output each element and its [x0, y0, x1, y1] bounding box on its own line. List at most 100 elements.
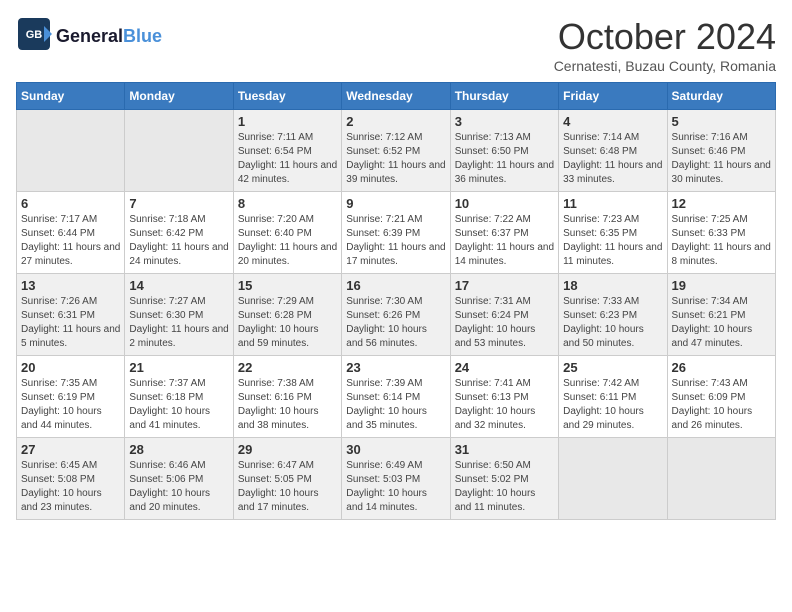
- day-info: Sunrise: 7:11 AM Sunset: 6:54 PM Dayligh…: [238, 131, 337, 187]
- day-info: Sunrise: 7:35 AM Sunset: 6:19 PM Dayligh…: [21, 377, 120, 433]
- day-number: 24: [455, 360, 554, 375]
- weekday-header-sunday: Sunday: [17, 83, 125, 110]
- day-info: Sunrise: 7:27 AM Sunset: 6:30 PM Dayligh…: [129, 295, 228, 351]
- logo-icon: GB: [16, 16, 52, 52]
- day-number: 18: [563, 278, 662, 293]
- calendar-cell: [17, 110, 125, 192]
- calendar-cell: 19Sunrise: 7:34 AM Sunset: 6:21 PM Dayli…: [667, 274, 775, 356]
- day-info: Sunrise: 6:49 AM Sunset: 5:03 PM Dayligh…: [346, 459, 445, 515]
- day-number: 20: [21, 360, 120, 375]
- calendar-cell: 27 Sunrise: 6:45 AM Sunset: 5:08 PM Dayli…: [17, 438, 125, 520]
- calendar-cell: 6 Sunrise: 7:17 AM Sunset: 6:44 PM Daylig…: [17, 192, 125, 274]
- day-info: Sunrise: 7:31 AM Sunset: 6:24 PM Dayligh…: [455, 295, 554, 351]
- calendar-cell: 12 Sunrise: 7:25 AM Sunset: 6:33 PM Dayli…: [667, 192, 775, 274]
- calendar-cell: 28 Sunrise: 6:46 AM Sunset: 5:06 PM Dayli…: [125, 438, 233, 520]
- day-number: 30: [346, 442, 445, 457]
- location-subtitle: Cernatesti, Buzau County, Romania: [554, 58, 776, 74]
- calendar-cell: 11Sunrise: 7:23 AM Sunset: 6:35 PM Dayli…: [559, 192, 667, 274]
- calendar-cell: 5 Sunrise: 7:16 AM Sunset: 6:46 PM Daylig…: [667, 110, 775, 192]
- calendar-cell: [559, 438, 667, 520]
- day-number: 17: [455, 278, 554, 293]
- weekday-header-thursday: Thursday: [450, 83, 558, 110]
- calendar-cell: 22 Sunrise: 7:38 AM Sunset: 6:16 PM Dayli…: [233, 356, 341, 438]
- calendar-cell: 30 Sunrise: 6:49 AM Sunset: 5:03 PM Dayli…: [342, 438, 450, 520]
- logo-text-line1: GeneralBlue: [56, 27, 162, 47]
- day-number: 27: [21, 442, 120, 457]
- weekday-header-wednesday: Wednesday: [342, 83, 450, 110]
- calendar-week-row: 20 Sunrise: 7:35 AM Sunset: 6:19 PM Dayli…: [17, 356, 776, 438]
- calendar-cell: 4Sunrise: 7:14 AM Sunset: 6:48 PM Daylig…: [559, 110, 667, 192]
- day-number: 29: [238, 442, 337, 457]
- day-number: 7: [129, 196, 228, 211]
- day-number: 21: [129, 360, 228, 375]
- day-info: Sunrise: 7:41 AM Sunset: 6:13 PM Dayligh…: [455, 377, 554, 433]
- weekday-header-tuesday: Tuesday: [233, 83, 341, 110]
- day-number: 12: [672, 196, 771, 211]
- calendar-table: SundayMondayTuesdayWednesdayThursdayFrid…: [16, 82, 776, 520]
- day-number: 16: [346, 278, 445, 293]
- day-number: 13: [21, 278, 120, 293]
- day-number: 11: [563, 196, 662, 211]
- day-info: Sunrise: 7:25 AM Sunset: 6:33 PM Dayligh…: [672, 213, 771, 269]
- day-info: Sunrise: 7:30 AM Sunset: 6:26 PM Dayligh…: [346, 295, 445, 351]
- title-section: October 2024 Cernatesti, Buzau County, R…: [554, 16, 776, 74]
- weekday-header-saturday: Saturday: [667, 83, 775, 110]
- calendar-cell: 9Sunrise: 7:21 AM Sunset: 6:39 PM Daylig…: [342, 192, 450, 274]
- calendar-cell: 26 Sunrise: 7:43 AM Sunset: 6:09 PM Dayli…: [667, 356, 775, 438]
- logo: GB GeneralBlue: [16, 16, 162, 57]
- calendar-week-row: 13 Sunrise: 7:26 AM Sunset: 6:31 PM Dayli…: [17, 274, 776, 356]
- day-info: Sunrise: 7:43 AM Sunset: 6:09 PM Dayligh…: [672, 377, 771, 433]
- calendar-cell: 24 Sunrise: 7:41 AM Sunset: 6:13 PM Dayli…: [450, 356, 558, 438]
- calendar-cell: 1 Sunrise: 7:11 AM Sunset: 6:54 PM Daylig…: [233, 110, 341, 192]
- day-info: Sunrise: 7:16 AM Sunset: 6:46 PM Dayligh…: [672, 131, 771, 187]
- calendar-cell: 13 Sunrise: 7:26 AM Sunset: 6:31 PM Dayli…: [17, 274, 125, 356]
- day-number: 14: [129, 278, 228, 293]
- day-info: Sunrise: 6:47 AM Sunset: 5:05 PM Dayligh…: [238, 459, 337, 515]
- weekday-header-friday: Friday: [559, 83, 667, 110]
- day-info: Sunrise: 7:22 AM Sunset: 6:37 PM Dayligh…: [455, 213, 554, 269]
- calendar-cell: [125, 110, 233, 192]
- calendar-cell: 20 Sunrise: 7:35 AM Sunset: 6:19 PM Dayli…: [17, 356, 125, 438]
- day-number: 9: [346, 196, 445, 211]
- calendar-cell: 17 Sunrise: 7:31 AM Sunset: 6:24 PM Dayli…: [450, 274, 558, 356]
- calendar-cell: 2Sunrise: 7:12 AM Sunset: 6:52 PM Daylig…: [342, 110, 450, 192]
- calendar-header-row: SundayMondayTuesdayWednesdayThursdayFrid…: [17, 83, 776, 110]
- day-number: 23: [346, 360, 445, 375]
- day-info: Sunrise: 7:34 AM Sunset: 6:21 PM Dayligh…: [672, 295, 771, 351]
- calendar-cell: 18 Sunrise: 7:33 AM Sunset: 6:23 PM Dayli…: [559, 274, 667, 356]
- day-info: Sunrise: 7:29 AM Sunset: 6:28 PM Dayligh…: [238, 295, 337, 351]
- calendar-week-row: 1 Sunrise: 7:11 AM Sunset: 6:54 PM Daylig…: [17, 110, 776, 192]
- calendar-cell: 29 Sunrise: 6:47 AM Sunset: 5:05 PM Dayli…: [233, 438, 341, 520]
- day-number: 6: [21, 196, 120, 211]
- day-info: Sunrise: 7:17 AM Sunset: 6:44 PM Dayligh…: [21, 213, 120, 269]
- day-number: 26: [672, 360, 771, 375]
- day-info: Sunrise: 6:46 AM Sunset: 5:06 PM Dayligh…: [129, 459, 228, 515]
- calendar-cell: 8Sunrise: 7:20 AM Sunset: 6:40 PM Daylig…: [233, 192, 341, 274]
- day-number: 3: [455, 114, 554, 129]
- day-info: Sunrise: 6:45 AM Sunset: 5:08 PM Dayligh…: [21, 459, 120, 515]
- day-info: Sunrise: 6:50 AM Sunset: 5:02 PM Dayligh…: [455, 459, 554, 515]
- calendar-cell: 10 Sunrise: 7:22 AM Sunset: 6:37 PM Dayli…: [450, 192, 558, 274]
- day-number: 10: [455, 196, 554, 211]
- day-info: Sunrise: 7:37 AM Sunset: 6:18 PM Dayligh…: [129, 377, 228, 433]
- day-info: Sunrise: 7:38 AM Sunset: 6:16 PM Dayligh…: [238, 377, 337, 433]
- day-info: Sunrise: 7:42 AM Sunset: 6:11 PM Dayligh…: [563, 377, 662, 433]
- day-info: Sunrise: 7:26 AM Sunset: 6:31 PM Dayligh…: [21, 295, 120, 351]
- day-number: 1: [238, 114, 337, 129]
- calendar-cell: 16 Sunrise: 7:30 AM Sunset: 6:26 PM Dayli…: [342, 274, 450, 356]
- calendar-cell: 25Sunrise: 7:42 AM Sunset: 6:11 PM Dayli…: [559, 356, 667, 438]
- day-number: 15: [238, 278, 337, 293]
- day-number: 22: [238, 360, 337, 375]
- day-info: Sunrise: 7:39 AM Sunset: 6:14 PM Dayligh…: [346, 377, 445, 433]
- calendar-week-row: 27 Sunrise: 6:45 AM Sunset: 5:08 PM Dayli…: [17, 438, 776, 520]
- day-info: Sunrise: 7:13 AM Sunset: 6:50 PM Dayligh…: [455, 131, 554, 187]
- weekday-header-monday: Monday: [125, 83, 233, 110]
- day-info: Sunrise: 7:12 AM Sunset: 6:52 PM Dayligh…: [346, 131, 445, 187]
- day-number: 28: [129, 442, 228, 457]
- day-info: Sunrise: 7:33 AM Sunset: 6:23 PM Dayligh…: [563, 295, 662, 351]
- calendar-cell: 7 Sunrise: 7:18 AM Sunset: 6:42 PM Daylig…: [125, 192, 233, 274]
- day-info: Sunrise: 7:18 AM Sunset: 6:42 PM Dayligh…: [129, 213, 228, 269]
- day-number: 5: [672, 114, 771, 129]
- day-number: 31: [455, 442, 554, 457]
- calendar-cell: [667, 438, 775, 520]
